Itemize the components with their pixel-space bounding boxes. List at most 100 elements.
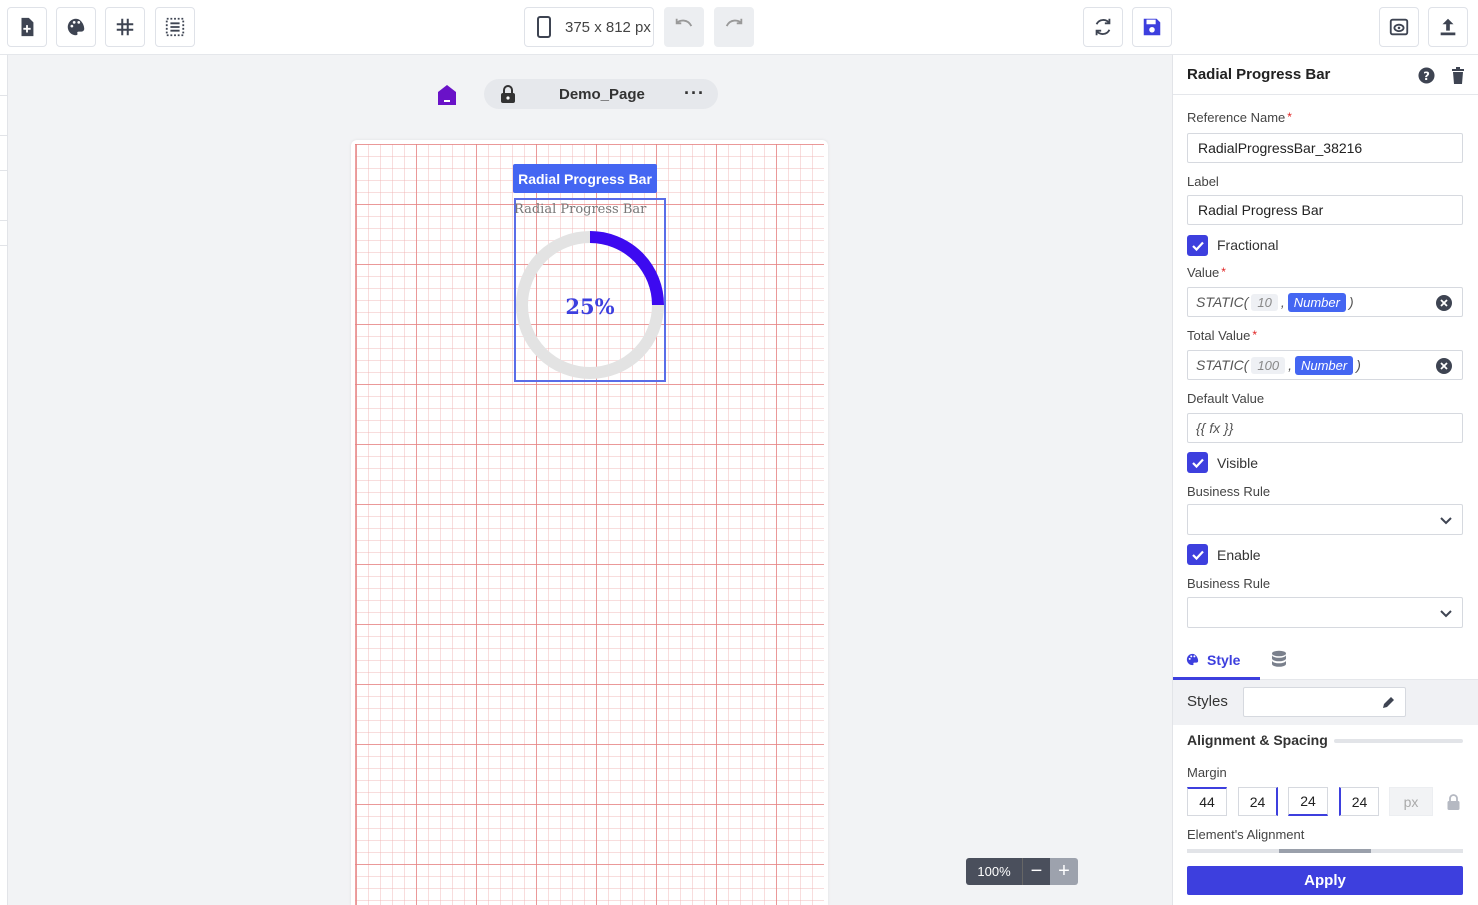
- publish-button[interactable]: [1428, 7, 1468, 47]
- check-icon: [1191, 550, 1204, 560]
- new-page-button[interactable]: [7, 7, 47, 47]
- expr-suffix: ): [1356, 357, 1361, 373]
- fractional-checkbox[interactable]: [1187, 235, 1208, 256]
- more-options-icon[interactable]: ···: [684, 83, 705, 104]
- expr-suffix: ): [1348, 294, 1354, 310]
- radial-progress-label: Radial Progress Bar: [514, 202, 647, 217]
- refresh-button[interactable]: [1083, 7, 1123, 47]
- clear-icon[interactable]: [1436, 295, 1452, 311]
- visible-business-rule-select[interactable]: [1187, 504, 1463, 535]
- reference-name-label: Reference Name *: [1187, 110, 1292, 125]
- pencil-icon[interactable]: [1382, 696, 1395, 709]
- mobile-phone-icon: [537, 16, 551, 38]
- grid-toggle-button[interactable]: [105, 7, 145, 47]
- help-icon[interactable]: ?: [1418, 67, 1435, 84]
- palette-icon: [1186, 653, 1199, 666]
- sidebar-divider: [0, 135, 8, 136]
- reference-name-input[interactable]: RadialProgressBar_38216: [1187, 133, 1463, 163]
- expr-prefix: STATIC(: [1196, 357, 1249, 373]
- page-selector[interactable]: Demo_Page ···: [484, 79, 718, 109]
- home-icon[interactable]: [436, 83, 458, 107]
- section-divider: [1334, 739, 1463, 743]
- margin-top-input[interactable]: 44: [1187, 787, 1227, 816]
- sidebar-divider: [0, 95, 8, 96]
- lock-icon[interactable]: [1447, 794, 1460, 810]
- tab-style-label: Style: [1207, 651, 1241, 668]
- dashed-frame-icon: [165, 17, 185, 37]
- margin-left-input[interactable]: 24: [1339, 787, 1379, 816]
- undo-button[interactable]: [664, 7, 704, 47]
- total-value-expression-input[interactable]: STATIC(100, Number): [1187, 350, 1463, 380]
- device-size-text: 375 x 812 px: [565, 18, 651, 36]
- sync-icon: [1095, 18, 1111, 36]
- upload-icon: [1440, 18, 1456, 36]
- label-field-label: Label: [1187, 174, 1219, 189]
- value-expression-input[interactable]: STATIC(10, Number): [1187, 287, 1463, 317]
- styles-input[interactable]: [1243, 687, 1406, 717]
- visible-label: Visible: [1217, 455, 1258, 471]
- expr-separator: ,: [1288, 357, 1292, 373]
- file-plus-icon: [21, 17, 34, 37]
- apply-button[interactable]: Apply: [1187, 866, 1463, 895]
- grid-hash-icon: [116, 18, 134, 36]
- selected-component-tag[interactable]: Radial Progress Bar: [513, 164, 657, 193]
- sidebar-divider: [0, 245, 8, 246]
- enable-business-rule-select[interactable]: [1187, 597, 1463, 628]
- layout-button[interactable]: [155, 7, 195, 47]
- enable-checkbox[interactable]: [1187, 544, 1208, 565]
- left-sidebar-collapsed: [0, 55, 8, 905]
- styles-row: Styles: [1173, 680, 1478, 725]
- zoom-in-button[interactable]: +: [1050, 858, 1078, 885]
- margin-unit[interactable]: px: [1389, 787, 1433, 816]
- label-input[interactable]: Radial Progress Bar: [1187, 195, 1463, 225]
- chevron-down-icon: [1440, 610, 1452, 618]
- chevron-down-icon: [1440, 517, 1452, 525]
- margin-bottom-input[interactable]: 24: [1288, 787, 1328, 816]
- svg-text:?: ?: [1423, 69, 1430, 83]
- theme-button[interactable]: [56, 7, 96, 47]
- panel-tabs: Style: [1173, 642, 1478, 680]
- expr-number-chip: 100: [1251, 356, 1286, 374]
- palette-icon: [67, 18, 85, 36]
- enable-label: Enable: [1217, 547, 1261, 563]
- device-size-selector[interactable]: 375 x 812 px: [524, 7, 654, 47]
- database-icon[interactable]: [1271, 650, 1287, 670]
- sidebar-divider: [0, 170, 8, 171]
- delete-icon[interactable]: [1451, 67, 1465, 84]
- default-value-input[interactable]: {{ fx }}: [1187, 413, 1463, 443]
- element-alignment-control[interactable]: [1187, 849, 1463, 853]
- margin-right-input[interactable]: 24: [1238, 787, 1278, 816]
- preview-button[interactable]: [1379, 7, 1419, 47]
- check-icon: [1191, 458, 1204, 468]
- sidebar-divider: [0, 220, 8, 221]
- business-rule-label: Business Rule: [1187, 576, 1271, 591]
- radial-percent-text: 25%: [565, 294, 614, 319]
- save-button[interactable]: [1132, 7, 1172, 47]
- fractional-label: Fractional: [1217, 237, 1279, 253]
- redo-button[interactable]: [714, 7, 754, 47]
- styles-label: Styles: [1187, 693, 1228, 710]
- undo-icon: [675, 18, 693, 27]
- expr-type-chip: Number: [1294, 355, 1354, 375]
- margin-label: Margin: [1187, 765, 1227, 780]
- panel-title: Radial Progress Bar: [1187, 66, 1331, 83]
- page-name: Demo_Page: [559, 86, 645, 103]
- clear-icon[interactable]: [1436, 358, 1452, 374]
- check-icon: [1191, 241, 1204, 251]
- alignment-thumb[interactable]: [1279, 849, 1371, 853]
- expr-number-chip: 10: [1251, 293, 1278, 311]
- default-value-label: Default Value: [1187, 391, 1265, 406]
- redo-icon: [725, 18, 743, 27]
- properties-panel: Radial Progress Bar ? Reference Name * Ra…: [1172, 55, 1478, 905]
- radial-progress-chart: 25%: [516, 231, 664, 379]
- tab-style[interactable]: Style: [1173, 642, 1260, 680]
- top-toolbar: 375 x 812 px: [0, 0, 1478, 55]
- value-label: Value *: [1187, 265, 1226, 280]
- visible-checkbox[interactable]: [1187, 452, 1208, 473]
- lock-icon[interactable]: [500, 85, 516, 103]
- business-rule-label: Business Rule: [1187, 484, 1271, 499]
- zoom-out-button[interactable]: −: [1022, 858, 1050, 885]
- element-alignment-label: Element's Alignment: [1187, 827, 1305, 842]
- alignment-spacing-title[interactable]: Alignment & Spacing: [1187, 732, 1328, 748]
- expr-separator: ,: [1280, 294, 1285, 310]
